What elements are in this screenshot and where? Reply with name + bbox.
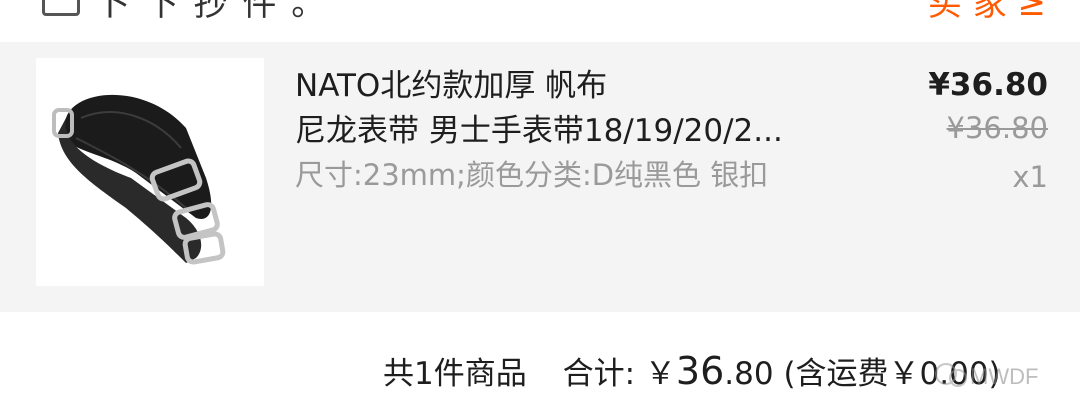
- shop-name[interactable]: 卜 下 抄 件 。: [96, 0, 327, 25]
- quantity: x1: [1012, 160, 1048, 194]
- item-count: 共1件商品: [383, 356, 527, 392]
- order-total: 共1件商品 合计: ￥36.80 (含运费￥0.00): [383, 348, 1001, 393]
- product-thumbnail[interactable]: [36, 58, 264, 286]
- shop-header: 卜 下 抄 件 。 买 家 ≥: [0, 0, 1080, 42]
- product-title[interactable]: NATO北约款加厚 帆布 尼龙表带 男士手表带18/19/20/2...: [295, 64, 855, 154]
- order-item[interactable]: NATO北约款加厚 帆布 尼龙表带 男士手表带18/19/20/2... 尺寸:…: [0, 42, 1080, 312]
- order-summary: 共1件商品 合计: ￥36.80 (含运费￥0.00) MWDF: [0, 312, 1080, 413]
- watch-strap-image: [52, 94, 226, 265]
- total-amount-decimal: .80: [724, 356, 774, 392]
- total-label: 合计: ￥: [562, 356, 676, 392]
- total-amount-integer: 36: [675, 349, 725, 393]
- price-block: ¥36.80 ¥36.80 x1: [848, 64, 1048, 204]
- original-price: ¥36.80: [946, 111, 1048, 145]
- product-title-line-2: 尼龙表带 男士手表带18/19/20/2...: [295, 113, 783, 149]
- order-status: 买 家 ≥: [927, 0, 1046, 24]
- watermark-logo: MWDF: [932, 356, 1052, 396]
- select-checkbox[interactable]: [42, 0, 80, 16]
- current-price: ¥36.80: [928, 67, 1048, 103]
- product-spec: 尺寸:23mm;颜色分类:D纯黑色 银扣: [295, 158, 769, 192]
- product-title-line-1: NATO北约款加厚 帆布: [295, 68, 608, 104]
- watermark-text: MWDF: [970, 364, 1038, 389]
